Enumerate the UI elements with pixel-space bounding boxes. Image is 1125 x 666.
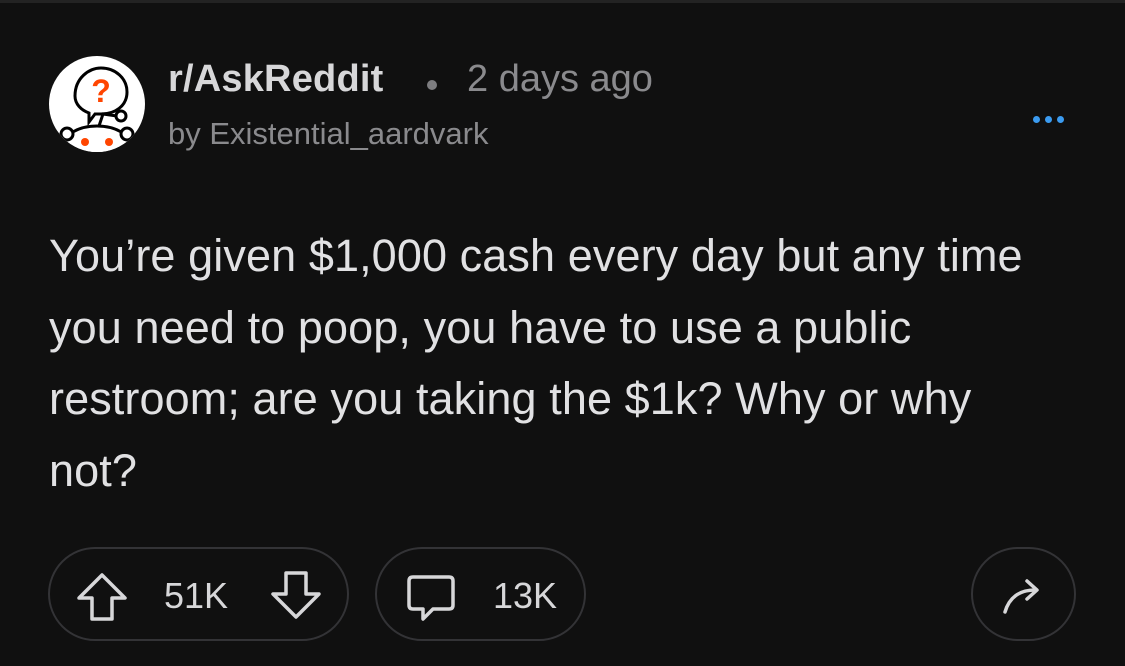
comment-bubble-icon [407,575,455,621]
upvote-button[interactable] [74,569,130,625]
vote-bar: 51K [48,547,349,641]
share-button[interactable] [971,547,1076,641]
svg-text:?: ? [91,73,111,109]
post-card: ? r/AskReddit 2 days ago by Existential_… [0,0,1125,666]
subreddit-avatar[interactable]: ? [49,56,145,152]
author-name[interactable]: by Existential_aardvark [168,116,489,152]
vote-score: 51K [164,575,229,616]
share-arrow-icon [1003,579,1039,614]
askreddit-snoo-icon: ? [59,66,135,152]
comment-icon-wrap [403,569,459,625]
share-icon-wrap [995,566,1055,626]
more-horizontal-icon [1032,115,1040,123]
more-horizontal-icon-dot [1044,115,1052,123]
downvote-arrow-icon [271,571,321,619]
downvote-button[interactable] [268,567,324,623]
comment-count: 13K [493,575,558,616]
subreddit-name[interactable]: r/AskReddit [168,58,383,101]
comments-button[interactable]: 13K [375,547,586,641]
more-horizontal-icon-dot [1056,115,1064,123]
meta-separator-dot [427,80,437,90]
post-age: 2 days ago [467,58,653,100]
upvote-arrow-icon [77,573,127,621]
post-title[interactable]: You’re given $1,000 cash every day but a… [49,220,1059,506]
more-options-button[interactable] [1026,106,1070,132]
